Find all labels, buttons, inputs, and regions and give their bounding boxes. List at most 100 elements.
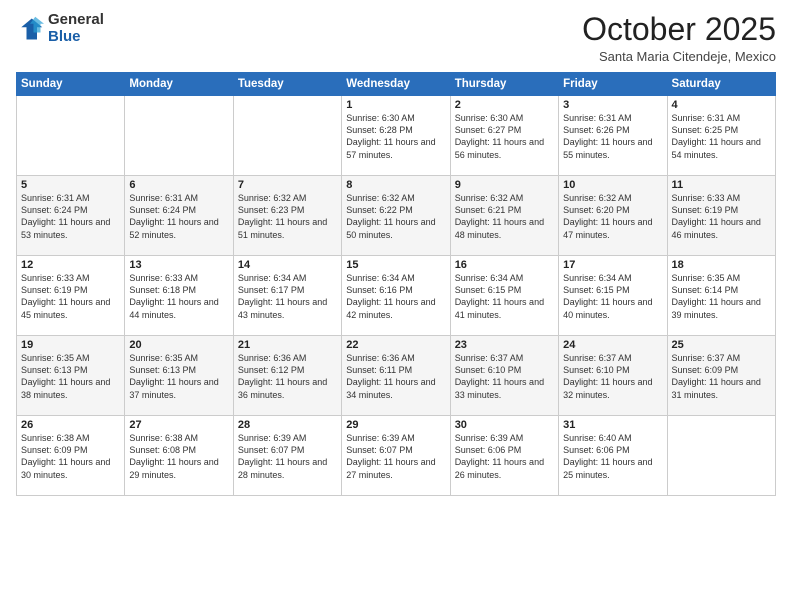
- day-number: 28: [238, 419, 337, 431]
- day-number: 8: [346, 179, 445, 191]
- day-info: Sunrise: 6:37 AMSunset: 6:10 PMDaylight:…: [455, 352, 554, 401]
- day-info: Sunrise: 6:35 AMSunset: 6:14 PMDaylight:…: [672, 272, 771, 321]
- day-info: Sunrise: 6:34 AMSunset: 6:15 PMDaylight:…: [563, 272, 662, 321]
- day-info: Sunrise: 6:39 AMSunset: 6:07 PMDaylight:…: [238, 432, 337, 481]
- day-info: Sunrise: 6:31 AMSunset: 6:26 PMDaylight:…: [563, 112, 662, 161]
- table-row: 16Sunrise: 6:34 AMSunset: 6:15 PMDayligh…: [450, 256, 558, 336]
- table-row: [667, 416, 775, 496]
- day-info: Sunrise: 6:39 AMSunset: 6:07 PMDaylight:…: [346, 432, 445, 481]
- table-row: 30Sunrise: 6:39 AMSunset: 6:06 PMDayligh…: [450, 416, 558, 496]
- day-number: 20: [129, 339, 228, 351]
- logo-text: General Blue: [48, 12, 104, 45]
- col-wednesday: Wednesday: [342, 73, 450, 96]
- table-row: 2Sunrise: 6:30 AMSunset: 6:27 PMDaylight…: [450, 96, 558, 176]
- table-row: 10Sunrise: 6:32 AMSunset: 6:20 PMDayligh…: [559, 176, 667, 256]
- calendar-header-row: Sunday Monday Tuesday Wednesday Thursday…: [17, 73, 776, 96]
- day-number: 12: [21, 259, 120, 271]
- day-info: Sunrise: 6:34 AMSunset: 6:15 PMDaylight:…: [455, 272, 554, 321]
- table-row: 26Sunrise: 6:38 AMSunset: 6:09 PMDayligh…: [17, 416, 125, 496]
- day-info: Sunrise: 6:35 AMSunset: 6:13 PMDaylight:…: [129, 352, 228, 401]
- table-row: [233, 96, 341, 176]
- day-number: 13: [129, 259, 228, 271]
- day-number: 29: [346, 419, 445, 431]
- day-number: 9: [455, 179, 554, 191]
- table-row: 6Sunrise: 6:31 AMSunset: 6:24 PMDaylight…: [125, 176, 233, 256]
- day-info: Sunrise: 6:32 AMSunset: 6:23 PMDaylight:…: [238, 192, 337, 241]
- day-number: 26: [21, 419, 120, 431]
- table-row: 5Sunrise: 6:31 AMSunset: 6:24 PMDaylight…: [17, 176, 125, 256]
- table-row: 11Sunrise: 6:33 AMSunset: 6:19 PMDayligh…: [667, 176, 775, 256]
- logo-general-text: General: [48, 12, 104, 29]
- day-info: Sunrise: 6:33 AMSunset: 6:18 PMDaylight:…: [129, 272, 228, 321]
- day-info: Sunrise: 6:31 AMSunset: 6:24 PMDaylight:…: [129, 192, 228, 241]
- table-row: 3Sunrise: 6:31 AMSunset: 6:26 PMDaylight…: [559, 96, 667, 176]
- table-row: 15Sunrise: 6:34 AMSunset: 6:16 PMDayligh…: [342, 256, 450, 336]
- day-info: Sunrise: 6:40 AMSunset: 6:06 PMDaylight:…: [563, 432, 662, 481]
- month-title: October 2025: [582, 12, 776, 47]
- table-row: 12Sunrise: 6:33 AMSunset: 6:19 PMDayligh…: [17, 256, 125, 336]
- day-info: Sunrise: 6:34 AMSunset: 6:16 PMDaylight:…: [346, 272, 445, 321]
- table-row: 7Sunrise: 6:32 AMSunset: 6:23 PMDaylight…: [233, 176, 341, 256]
- day-number: 19: [21, 339, 120, 351]
- table-row: 20Sunrise: 6:35 AMSunset: 6:13 PMDayligh…: [125, 336, 233, 416]
- day-info: Sunrise: 6:33 AMSunset: 6:19 PMDaylight:…: [672, 192, 771, 241]
- day-number: 18: [672, 259, 771, 271]
- day-info: Sunrise: 6:36 AMSunset: 6:12 PMDaylight:…: [238, 352, 337, 401]
- day-number: 27: [129, 419, 228, 431]
- day-info: Sunrise: 6:38 AMSunset: 6:08 PMDaylight:…: [129, 432, 228, 481]
- calendar-week-row: 5Sunrise: 6:31 AMSunset: 6:24 PMDaylight…: [17, 176, 776, 256]
- day-info: Sunrise: 6:32 AMSunset: 6:20 PMDaylight:…: [563, 192, 662, 241]
- calendar-week-row: 1Sunrise: 6:30 AMSunset: 6:28 PMDaylight…: [17, 96, 776, 176]
- location-title: Santa Maria Citendeje, Mexico: [582, 49, 776, 64]
- calendar-week-row: 12Sunrise: 6:33 AMSunset: 6:19 PMDayligh…: [17, 256, 776, 336]
- day-info: Sunrise: 6:36 AMSunset: 6:11 PMDaylight:…: [346, 352, 445, 401]
- day-info: Sunrise: 6:32 AMSunset: 6:21 PMDaylight:…: [455, 192, 554, 241]
- day-info: Sunrise: 6:30 AMSunset: 6:27 PMDaylight:…: [455, 112, 554, 161]
- day-number: 2: [455, 99, 554, 111]
- col-saturday: Saturday: [667, 73, 775, 96]
- day-number: 21: [238, 339, 337, 351]
- table-row: 14Sunrise: 6:34 AMSunset: 6:17 PMDayligh…: [233, 256, 341, 336]
- col-monday: Monday: [125, 73, 233, 96]
- day-info: Sunrise: 6:34 AMSunset: 6:17 PMDaylight:…: [238, 272, 337, 321]
- day-number: 22: [346, 339, 445, 351]
- day-number: 10: [563, 179, 662, 191]
- logo-icon: [16, 15, 44, 43]
- day-info: Sunrise: 6:33 AMSunset: 6:19 PMDaylight:…: [21, 272, 120, 321]
- day-number: 11: [672, 179, 771, 191]
- calendar-week-row: 26Sunrise: 6:38 AMSunset: 6:09 PMDayligh…: [17, 416, 776, 496]
- table-row: 31Sunrise: 6:40 AMSunset: 6:06 PMDayligh…: [559, 416, 667, 496]
- day-number: 30: [455, 419, 554, 431]
- page: General Blue October 2025 Santa Maria Ci…: [0, 0, 792, 612]
- day-number: 14: [238, 259, 337, 271]
- table-row: 25Sunrise: 6:37 AMSunset: 6:09 PMDayligh…: [667, 336, 775, 416]
- day-number: 5: [21, 179, 120, 191]
- day-info: Sunrise: 6:37 AMSunset: 6:10 PMDaylight:…: [563, 352, 662, 401]
- day-info: Sunrise: 6:31 AMSunset: 6:24 PMDaylight:…: [21, 192, 120, 241]
- table-row: 19Sunrise: 6:35 AMSunset: 6:13 PMDayligh…: [17, 336, 125, 416]
- day-number: 6: [129, 179, 228, 191]
- calendar-week-row: 19Sunrise: 6:35 AMSunset: 6:13 PMDayligh…: [17, 336, 776, 416]
- day-number: 24: [563, 339, 662, 351]
- table-row: 13Sunrise: 6:33 AMSunset: 6:18 PMDayligh…: [125, 256, 233, 336]
- day-info: Sunrise: 6:39 AMSunset: 6:06 PMDaylight:…: [455, 432, 554, 481]
- table-row: 24Sunrise: 6:37 AMSunset: 6:10 PMDayligh…: [559, 336, 667, 416]
- day-number: 23: [455, 339, 554, 351]
- day-number: 15: [346, 259, 445, 271]
- title-block: October 2025 Santa Maria Citendeje, Mexi…: [582, 12, 776, 64]
- table-row: 18Sunrise: 6:35 AMSunset: 6:14 PMDayligh…: [667, 256, 775, 336]
- day-info: Sunrise: 6:35 AMSunset: 6:13 PMDaylight:…: [21, 352, 120, 401]
- logo: General Blue: [16, 12, 104, 45]
- day-number: 3: [563, 99, 662, 111]
- day-number: 25: [672, 339, 771, 351]
- day-info: Sunrise: 6:30 AMSunset: 6:28 PMDaylight:…: [346, 112, 445, 161]
- table-row: 23Sunrise: 6:37 AMSunset: 6:10 PMDayligh…: [450, 336, 558, 416]
- col-sunday: Sunday: [17, 73, 125, 96]
- table-row: 1Sunrise: 6:30 AMSunset: 6:28 PMDaylight…: [342, 96, 450, 176]
- table-row: 9Sunrise: 6:32 AMSunset: 6:21 PMDaylight…: [450, 176, 558, 256]
- table-row: [125, 96, 233, 176]
- col-tuesday: Tuesday: [233, 73, 341, 96]
- table-row: [17, 96, 125, 176]
- day-info: Sunrise: 6:32 AMSunset: 6:22 PMDaylight:…: [346, 192, 445, 241]
- table-row: 8Sunrise: 6:32 AMSunset: 6:22 PMDaylight…: [342, 176, 450, 256]
